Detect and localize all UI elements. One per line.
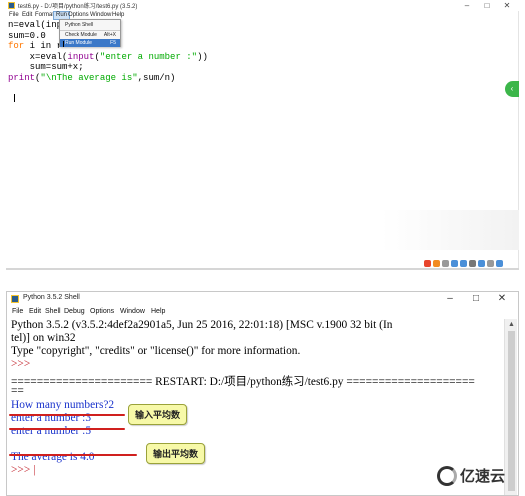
shell-title: Python 3.5.2 Shell (23, 294, 80, 301)
tray-app-icon[interactable] (460, 260, 467, 267)
run-menu-dropdown: Python Shell Python ShellCheck ModuleAlt… (59, 19, 121, 47)
shell-line: How many numbers?2 (11, 399, 115, 411)
menu-edit[interactable]: Edit (22, 12, 32, 18)
tray-app-icon[interactable] (478, 260, 485, 267)
editor-title: test6.py - D:/项目/python练习/test6.py (3.5.… (18, 4, 138, 10)
tray-app-icon[interactable] (487, 260, 494, 267)
menu-help[interactable]: Help (112, 12, 124, 18)
menu-options[interactable]: Options (68, 12, 89, 18)
code-line: x=eval(input("enter a number :")) (8, 51, 208, 62)
shell-title-bar: Python 3.5.2 Shell – □ ✕ (7, 292, 518, 306)
text-caret (14, 94, 15, 102)
blurred-region (381, 210, 519, 250)
menu-help[interactable]: Help (151, 308, 165, 315)
python-app-icon (8, 2, 15, 9)
close-icon[interactable]: ✕ (491, 292, 513, 306)
menu-format[interactable]: Format (35, 12, 54, 18)
shell-line: == (11, 385, 24, 397)
editor-window: test6.py - D:/项目/python练习/test6.py (3.5.… (6, 0, 519, 268)
side-widget-icon[interactable]: ‹ (505, 81, 519, 97)
shell-line: tel)] on win32 (11, 332, 76, 344)
menu-shell[interactable]: Shell (45, 308, 61, 315)
scrollbar-thumb[interactable] (508, 331, 515, 491)
menu-window[interactable]: Window (90, 12, 111, 18)
code-line: print("\nThe average is",sum/n) (8, 72, 176, 83)
menu-item-run-module[interactable]: Run Module F5 (60, 39, 120, 47)
editor-title-bar: test6.py - D:/项目/python练习/test6.py (3.5.… (6, 0, 519, 11)
shell-line: Python 3.5.2 (v3.5.2:4def2a2901a5, Jun 2… (11, 319, 393, 331)
maximize-icon[interactable]: □ (478, 0, 496, 11)
tray-app-icon[interactable] (424, 260, 431, 267)
mouse-pointer-icon (63, 41, 67, 47)
tray-app-icon[interactable] (442, 260, 449, 267)
menu-edit[interactable]: Edit (29, 308, 41, 315)
logo-icon (437, 465, 457, 486)
menu-window[interactable]: Window (120, 308, 145, 315)
close-icon[interactable]: ✕ (498, 0, 516, 11)
shell-line: >>> (11, 358, 34, 370)
shell-menu-bar: File Edit Shell Debug Options Window Hel… (7, 306, 518, 317)
maximize-icon[interactable]: □ (465, 292, 487, 306)
system-tray (424, 259, 503, 268)
red-underline (9, 414, 125, 416)
watermark-text: 亿速云 (460, 467, 506, 485)
shell-line: enter a number :5 (11, 425, 92, 437)
annotation-output-note: 输出平均数 (146, 443, 206, 464)
red-underline (9, 428, 125, 430)
menu-file[interactable]: File (12, 308, 23, 315)
vertical-scrollbar[interactable]: ▲ (504, 319, 517, 495)
tray-app-icon[interactable] (496, 260, 503, 267)
shell-line: Type "copyright", "credits" or "license(… (11, 345, 301, 357)
menu-item-python-shell[interactable]: Python Shell (60, 21, 120, 29)
divider (6, 268, 519, 270)
annotation-input-note: 输入平均数 (128, 404, 188, 425)
minimize-icon[interactable]: – (439, 292, 461, 306)
menu-file[interactable]: File (9, 12, 19, 18)
shell-line: >>> | (11, 464, 36, 476)
menu-debug[interactable]: Debug (64, 308, 85, 315)
minimize-icon[interactable]: – (458, 0, 476, 11)
tray-app-icon[interactable] (433, 260, 440, 267)
shell-line: The average is 4.0 (11, 451, 95, 463)
watermark-logo: 亿速云 (437, 465, 505, 486)
menu-item-check-module[interactable]: Python ShellCheck ModuleAlt+X (60, 31, 120, 39)
code-line: sum=sum+x; (8, 62, 84, 73)
tray-app-icon[interactable] (451, 260, 458, 267)
tray-app-icon[interactable] (469, 260, 476, 267)
scroll-up-icon[interactable]: ▲ (508, 321, 515, 328)
red-underline (9, 454, 137, 456)
shell-line: ====================== RESTART: D:/项目/py… (11, 376, 475, 388)
menu-options[interactable]: Options (90, 308, 114, 315)
python-app-icon (11, 295, 19, 303)
